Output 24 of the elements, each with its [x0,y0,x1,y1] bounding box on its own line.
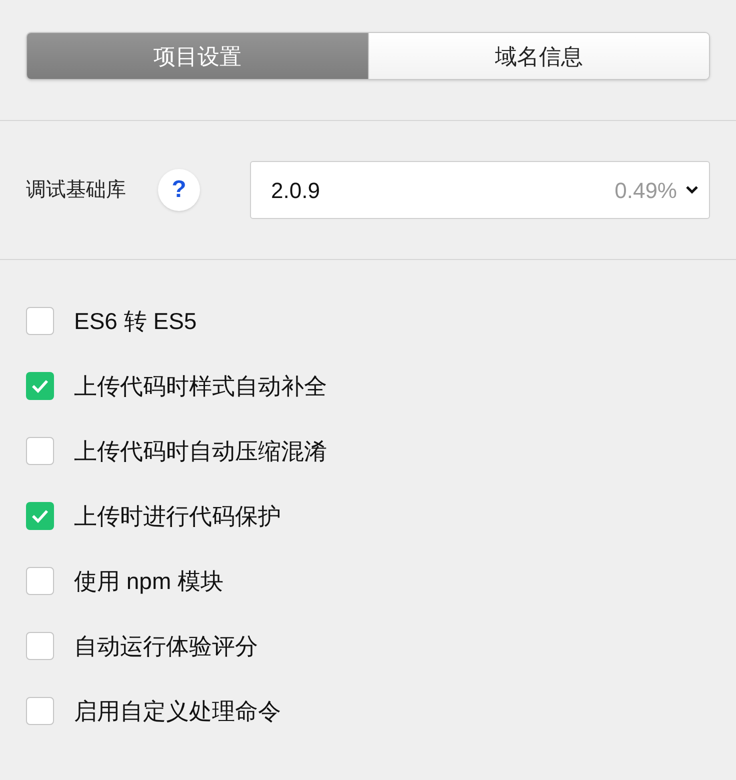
usage-share: 0.49% [614,176,677,204]
checkbox[interactable] [26,307,54,335]
option-label: 自动运行体验评分 [74,632,258,661]
check-icon [31,379,49,393]
help-button[interactable]: ? [158,169,200,211]
checkbox[interactable] [26,697,54,725]
version-select[interactable]: 2.0.9 0.49% [250,161,710,219]
check-icon [31,509,49,523]
version-value: 2.0.9 [271,176,321,204]
checkbox[interactable] [26,567,54,595]
tab[interactable]: 项目设置 [27,33,368,79]
option-label: 使用 npm 模块 [74,566,224,596]
tab[interactable]: 域名信息 [368,33,709,79]
option-label: 上传时进行代码保护 [74,502,281,531]
checkbox[interactable] [26,632,54,660]
checkbox[interactable] [26,372,54,400]
option-label: 启用自定义处理命令 [74,696,281,726]
checkbox[interactable] [26,502,54,530]
option-label: ES6 转 ES5 [74,306,197,336]
checkbox[interactable] [26,437,54,465]
option-label: 上传代码时样式自动补全 [74,372,327,401]
chevron-down-icon [685,185,699,195]
option-label: 上传代码时自动压缩混淆 [74,436,327,466]
library-label: 调试基础库 [26,178,127,203]
